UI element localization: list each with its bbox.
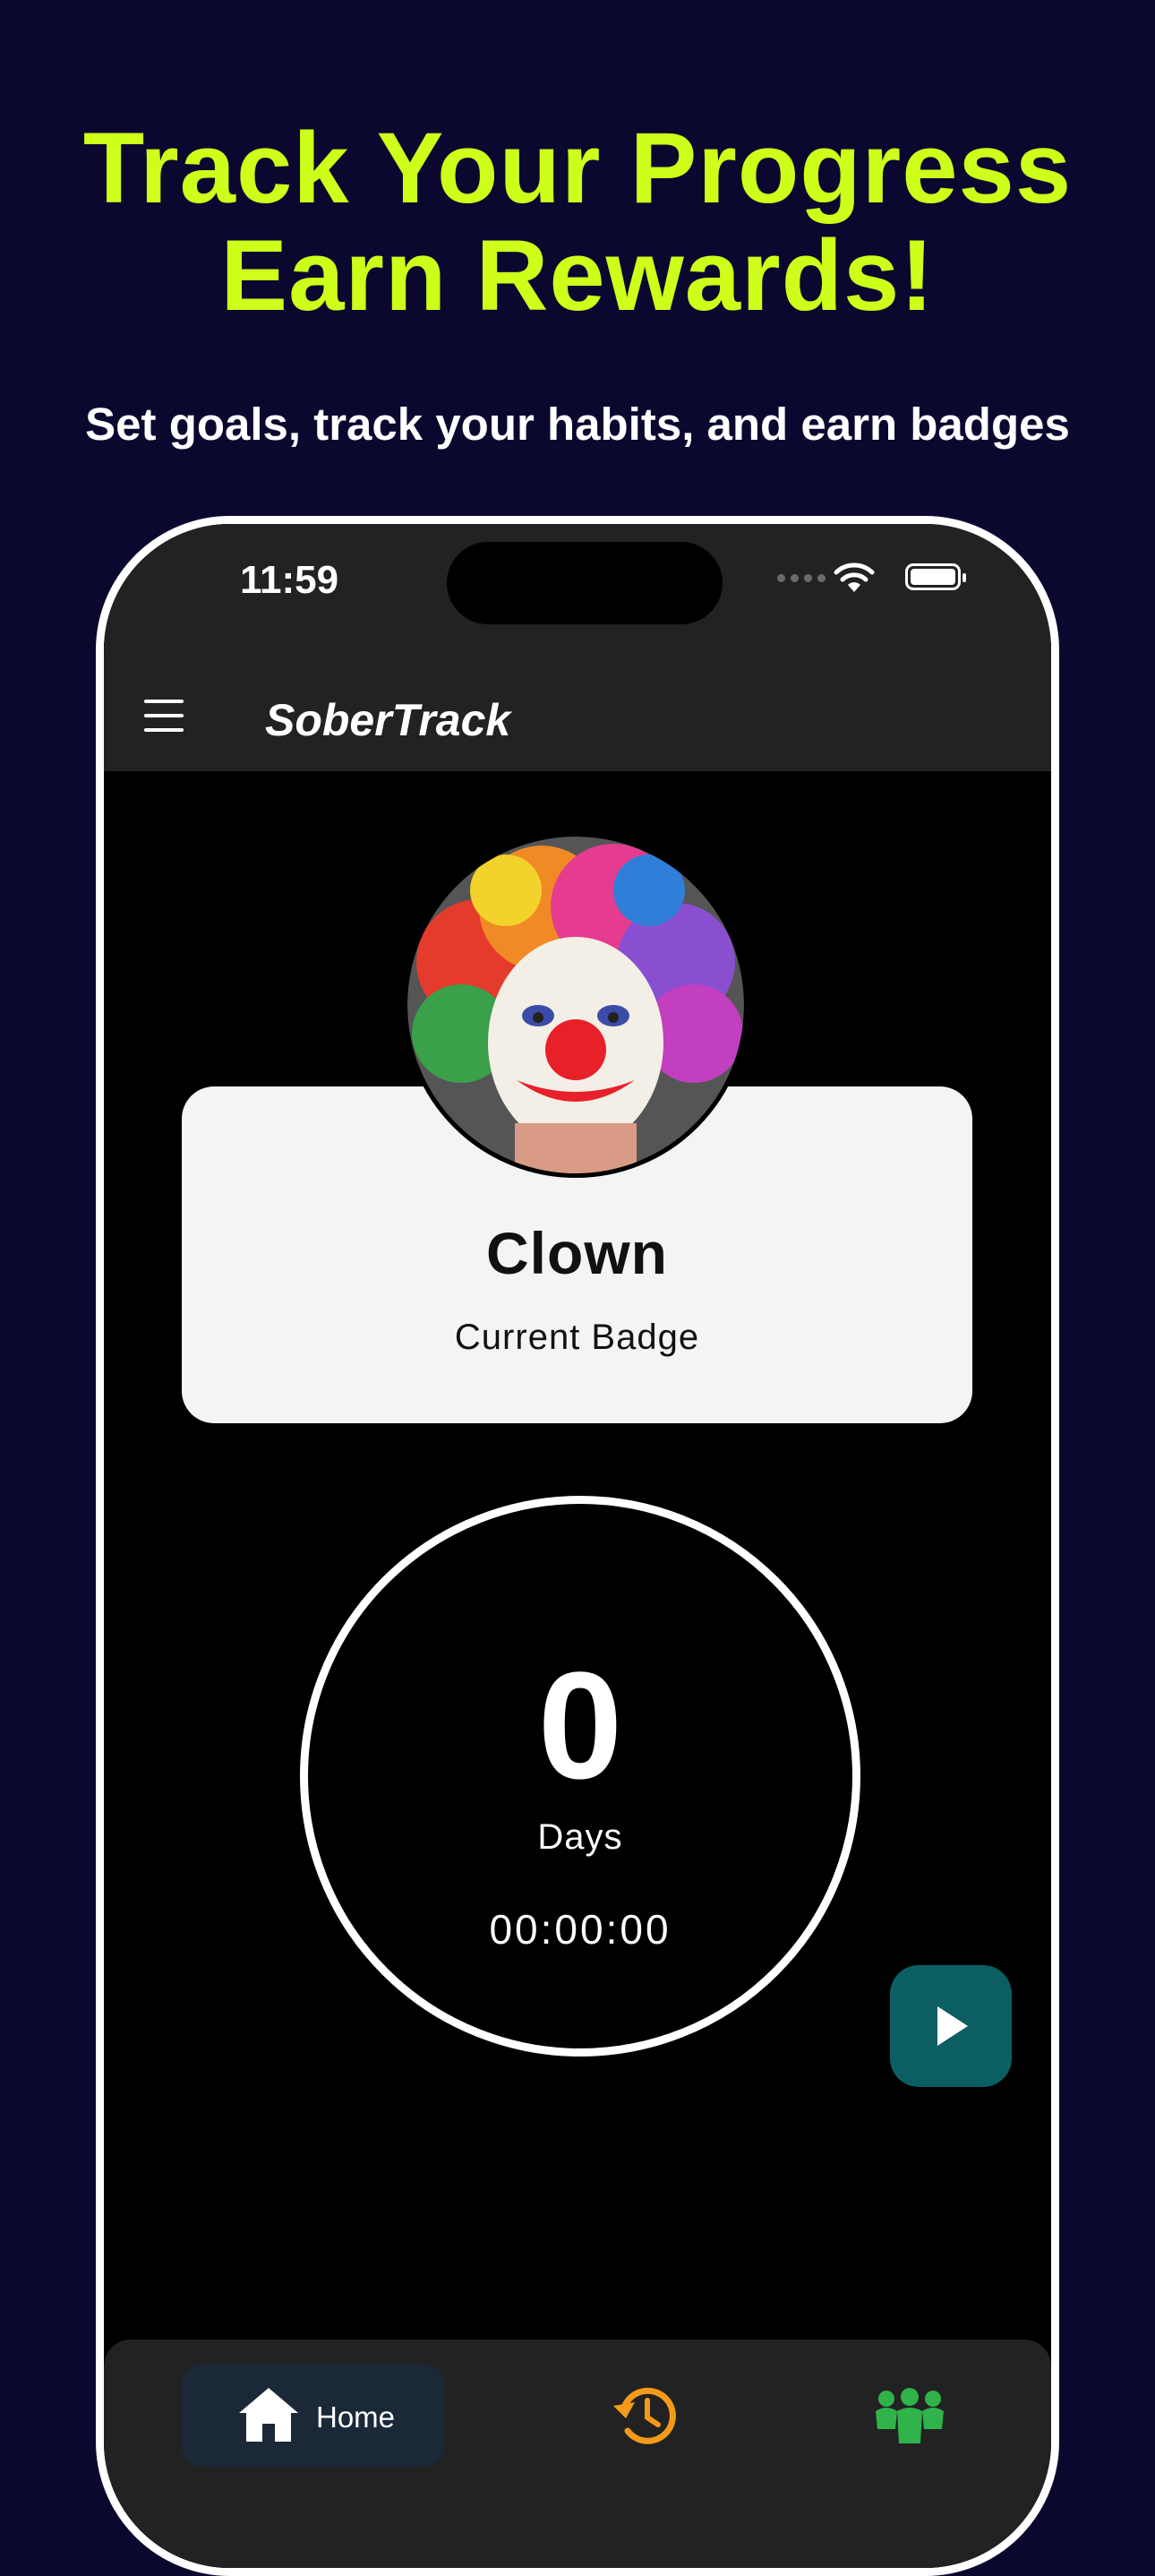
status-time: 11:59 (240, 558, 339, 602)
sober-timer-ring: 0 Days 00:00:00 (300, 1496, 860, 2057)
badge-label: Current Badge (454, 1318, 700, 1357)
history-icon[interactable] (612, 2384, 678, 2447)
clown-avatar (403, 832, 749, 1178)
headline-line-1: Track Your Progress (82, 112, 1073, 224)
elapsed-clock: 00:00:00 (489, 1906, 672, 1953)
headline-line-2: Earn Rewards! (220, 219, 935, 331)
app-bar: SoberTrack (104, 667, 1051, 771)
play-icon (937, 2006, 968, 2046)
community-icon[interactable] (872, 2388, 947, 2443)
bottom-navigation: Home (104, 2340, 1051, 2568)
battery-icon (905, 563, 966, 590)
days-count: 0 (537, 1641, 623, 1811)
marketing-headline: Track Your Progress Earn Rewards! (0, 115, 1155, 330)
status-bar: 11:59 (104, 524, 1051, 667)
start-timer-button[interactable] (890, 1965, 1012, 2087)
nav-home[interactable]: Home (182, 2365, 444, 2467)
hamburger-icon[interactable] (144, 700, 184, 732)
signal-icon (777, 571, 831, 587)
app-screen: 11:59 SoberTrack Clown Current Badge 0 D… (104, 524, 1051, 2568)
nav-home-label: Home (316, 2400, 396, 2434)
dynamic-island (447, 542, 723, 624)
home-icon (239, 2388, 298, 2442)
days-label: Days (537, 1817, 623, 1857)
app-title: SoberTrack (265, 695, 511, 745)
badge-name: Clown (486, 1220, 668, 1286)
phone-frame: 11:59 SoberTrack Clown Current Badge 0 D… (96, 516, 1059, 2576)
marketing-subheadline: Set goals, track your habits, and earn b… (85, 399, 1070, 450)
wifi-icon (834, 562, 875, 592)
